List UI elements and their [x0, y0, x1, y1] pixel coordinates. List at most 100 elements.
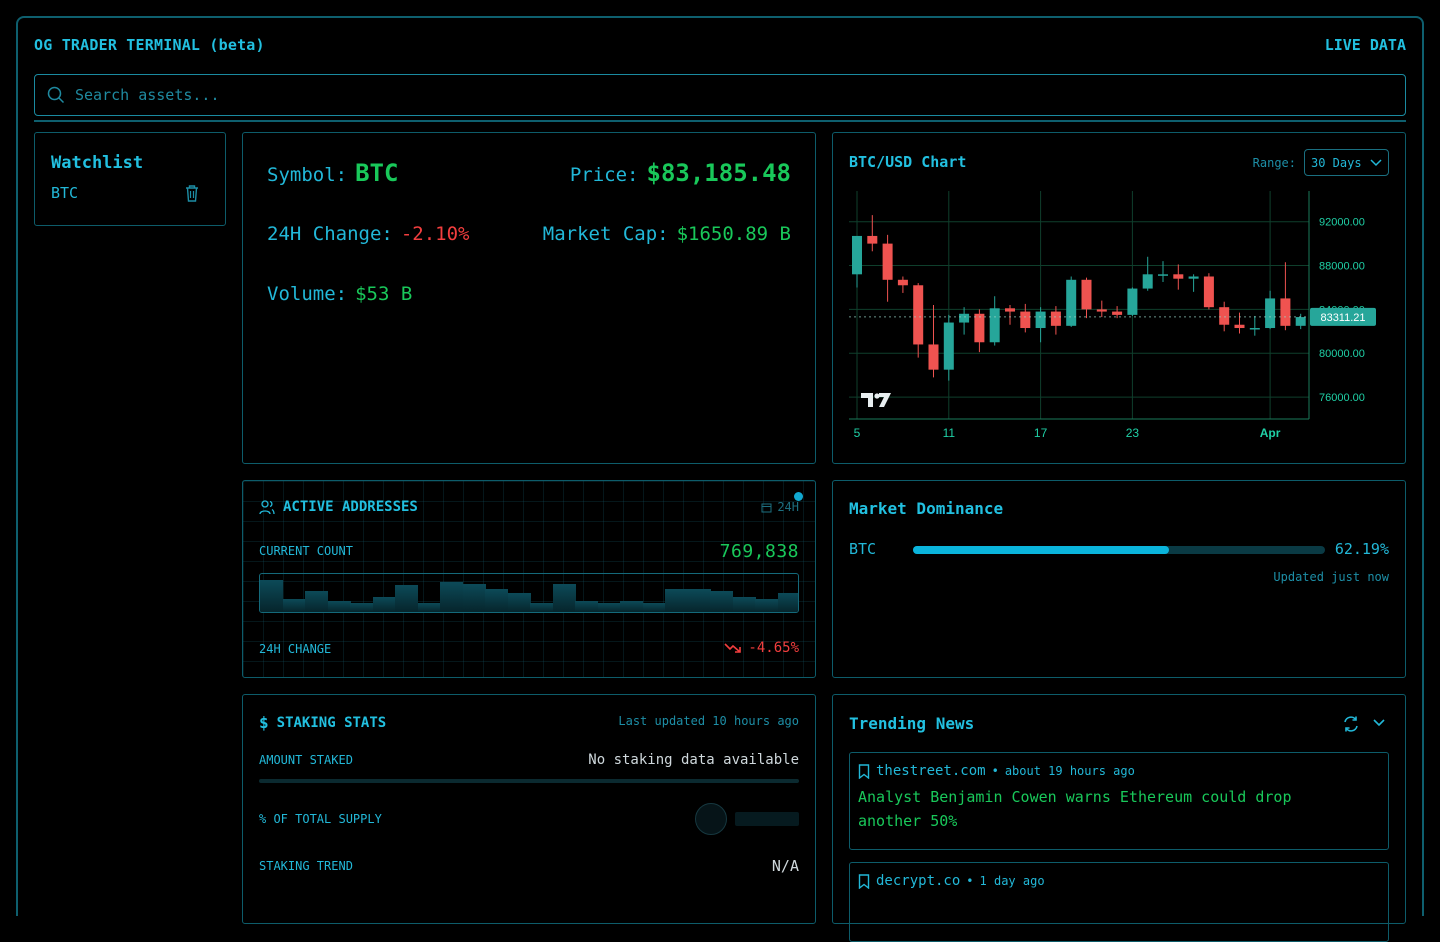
candle-body — [897, 279, 908, 286]
candle-body — [1127, 288, 1138, 315]
staking-stats-panel: $ STAKING STATS Last updated 10 hours ag… — [242, 694, 816, 924]
change-24h: -4.65% — [724, 640, 799, 656]
current-count-label: CURRENT COUNT — [259, 544, 353, 558]
sparkline-bar — [395, 585, 418, 612]
staking-updated: Last updated 10 hours ago — [618, 714, 799, 728]
y-tick-label: 88000.00 — [1319, 261, 1365, 273]
price-label: Price: — [569, 164, 639, 186]
sparkline-bar — [575, 600, 598, 612]
staking-title: STAKING STATS — [276, 714, 387, 731]
period-indicator: 24H — [761, 500, 799, 514]
news-headline[interactable]: Analyst Benjamin Cowen warns Ethereum co… — [858, 785, 1358, 833]
chevron-down-icon — [1370, 158, 1382, 166]
candle-body — [1096, 309, 1107, 312]
candle-body — [913, 285, 924, 345]
market-cap-value: $1650.89 B — [676, 223, 791, 245]
candle-body — [928, 344, 939, 370]
candle-body — [1295, 317, 1306, 326]
range-select[interactable]: 30 Days — [1304, 149, 1389, 176]
candle-body — [1035, 311, 1046, 329]
news-item[interactable]: decrypt.co • 1 day ago — [849, 862, 1389, 942]
header-divider — [34, 120, 1406, 122]
sparkline-bar — [350, 602, 373, 612]
amount-staked-value: No staking data available — [588, 752, 799, 768]
news-meta: decrypt.co • 1 day ago — [858, 873, 1045, 889]
watchlist-item-btc[interactable]: BTC — [51, 184, 78, 202]
app-title: OG TRADER TERMINAL (beta) — [34, 36, 265, 54]
market-cap-label: Market Cap: — [542, 223, 669, 245]
trash-icon[interactable] — [184, 183, 200, 203]
candlestick-chart[interactable]: 92000.0088000.0084000.0080000.0076000.00… — [833, 191, 1405, 463]
users-icon — [259, 500, 275, 515]
sparkline-bar — [417, 602, 441, 612]
volume-label: Volume: — [267, 283, 348, 305]
candle-body — [852, 235, 862, 275]
news-meta: thestreet.com • about 19 hours ago — [858, 763, 1135, 779]
dollar-icon: $ — [259, 713, 269, 732]
total-supply-label: % OF TOTAL SUPPLY — [259, 812, 382, 826]
watchlist-title: Watchlist — [51, 153, 144, 173]
dominance-bar-fill — [913, 546, 1170, 554]
candle-body — [1005, 308, 1015, 312]
bookmark-icon[interactable] — [858, 873, 870, 889]
sparkline-bar — [440, 581, 463, 612]
range-control: Range: 30 Days — [1253, 149, 1389, 176]
candle-body — [1050, 311, 1061, 326]
sparkline-bar — [372, 596, 396, 612]
refresh-icon[interactable] — [1342, 715, 1360, 733]
dominance-title: Market Dominance — [849, 499, 1004, 518]
news-source[interactable]: thestreet.com — [876, 763, 986, 779]
candle-body — [1188, 276, 1199, 279]
sparkline-bar — [282, 598, 306, 612]
sparkline-bar — [462, 583, 486, 612]
loading-ring — [695, 803, 727, 835]
sparkline-bar — [530, 602, 553, 612]
news-title: Trending News — [849, 714, 975, 733]
staking-trend-label: STAKING TREND — [259, 859, 353, 873]
candle-body — [867, 235, 878, 244]
sparkline-bar — [485, 589, 508, 612]
market-dominance-panel: Market Dominance BTC 62.19% Updated just… — [832, 480, 1406, 678]
price-value: $83,185.48 — [646, 159, 792, 187]
candle-body — [882, 243, 893, 280]
candle-body — [1081, 279, 1092, 310]
calendar-icon — [761, 503, 772, 512]
watchlist-panel: Watchlist BTC — [34, 132, 226, 226]
bookmark-icon[interactable] — [858, 763, 870, 779]
news-source[interactable]: decrypt.co — [876, 873, 960, 889]
active-addresses-header: ACTIVE ADDRESSES — [259, 499, 418, 515]
search-icon — [47, 86, 65, 104]
period-label: 24H — [777, 500, 799, 514]
candle-body — [959, 313, 970, 323]
news-item[interactable]: thestreet.com • about 19 hours ago Analy… — [849, 752, 1389, 850]
change-label: 24H Change: — [267, 223, 393, 245]
sparkline-bar — [552, 583, 576, 612]
staking-trend-value: N/A — [771, 857, 799, 875]
active-addresses-panel: ACTIVE ADDRESSES 24H CURRENT COUNT 769,8… — [242, 480, 816, 678]
amount-staked-label: AMOUNT STAKED — [259, 753, 353, 767]
change-24h-value: -4.65% — [748, 640, 799, 656]
x-tick-label: 23 — [1126, 426, 1140, 440]
tradingview-logo — [861, 393, 891, 407]
dominance-symbol: BTC — [849, 540, 877, 558]
search-input[interactable] — [75, 86, 1375, 104]
candle-body — [1234, 324, 1245, 329]
y-tick-label: 80000.00 — [1319, 348, 1365, 360]
symbol-value: BTC — [355, 159, 399, 187]
change-24h-label: 24H CHANGE — [259, 642, 332, 656]
chart-title: BTC/USD Chart — [849, 153, 967, 171]
sparkline-bar — [327, 600, 351, 612]
candle-body — [1158, 274, 1168, 276]
sparkline-bar — [597, 602, 621, 612]
candle-body — [1142, 274, 1153, 289]
chevron-down-icon[interactable] — [1373, 719, 1385, 727]
dominance-updated: Updated just now — [1273, 570, 1389, 584]
volume-value: $53 B — [355, 283, 413, 305]
total-supply-loading — [695, 803, 799, 835]
current-count-value: 769,838 — [719, 541, 799, 562]
sparkline-bar — [755, 598, 778, 612]
live-data-indicator: LIVE DATA — [1324, 36, 1406, 54]
y-tick-label: 76000.00 — [1319, 392, 1365, 404]
news-time: 1 day ago — [979, 874, 1045, 888]
search-bar[interactable] — [34, 74, 1406, 116]
